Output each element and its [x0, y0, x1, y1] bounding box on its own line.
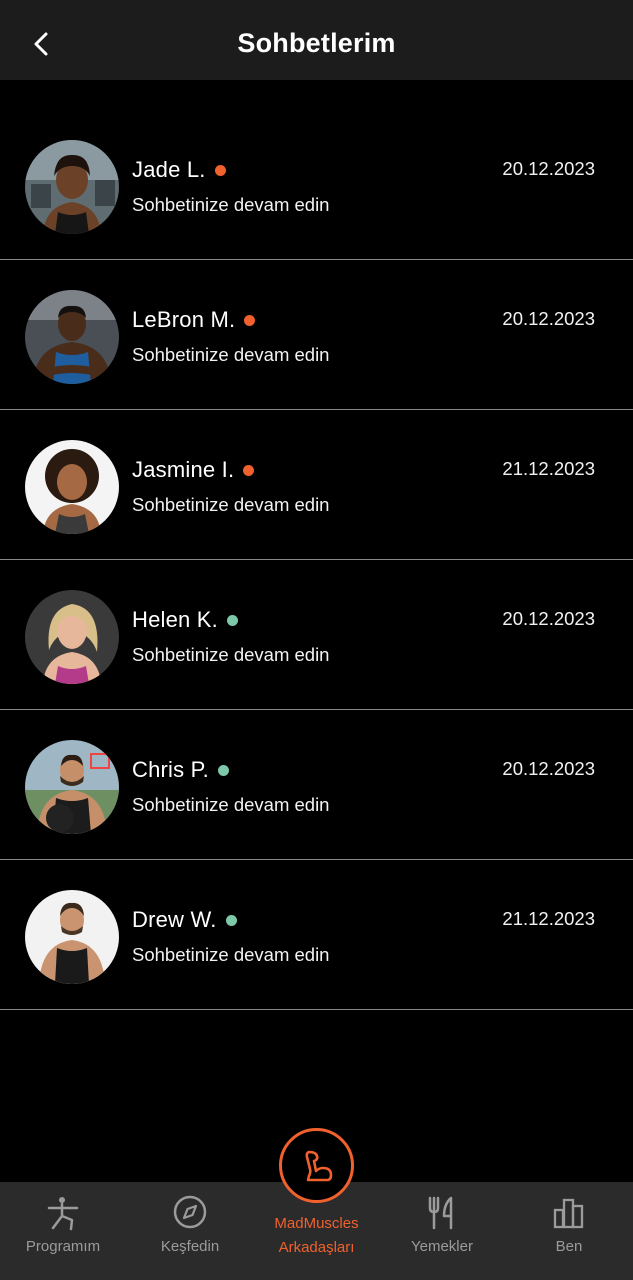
- chat-row-jasmine[interactable]: Jasmine I. Sohbetinize devam edin 21.12.…: [0, 410, 633, 560]
- status-dot: [243, 465, 255, 476]
- nav-ben[interactable]: Ben: [506, 1182, 632, 1280]
- status-dot: [225, 915, 237, 926]
- contact-name: Jasmine I.: [132, 457, 235, 482]
- chat-preview: Sohbetinize devam edin: [132, 944, 330, 965]
- madmuscles-friends-button[interactable]: [279, 1128, 354, 1203]
- nav-label: Programım: [25, 1238, 101, 1255]
- avatar: [25, 290, 119, 384]
- chat-preview: Sohbetinize devam edin: [132, 794, 330, 815]
- nav-label: Ben: [555, 1238, 583, 1255]
- chat-date: 20.12.2023: [502, 608, 595, 629]
- status-dot: [214, 165, 226, 176]
- nav-kesfedin[interactable]: Keşfedin: [127, 1182, 253, 1280]
- chat-row-helen[interactable]: Helen K. Sohbetinize devam edin 20.12.20…: [0, 560, 633, 710]
- contact-name: Helen K.: [132, 607, 218, 632]
- avatar: [25, 740, 119, 834]
- chat-preview: Sohbetinize devam edin: [132, 644, 330, 665]
- chat-preview: Sohbetinize devam edin: [132, 344, 330, 365]
- contact-name: Drew W.: [132, 907, 217, 932]
- page-title: Sohbetlerim: [237, 28, 396, 58]
- chat-row-lebron[interactable]: LeBron M. Sohbetinize devam edin 20.12.2…: [0, 260, 633, 410]
- chat-row-drew[interactable]: Drew W. Sohbetinize devam edin 21.12.202…: [0, 860, 633, 1010]
- nav-label: Keşfedin: [160, 1238, 220, 1255]
- chat-date: 21.12.2023: [502, 908, 595, 929]
- status-dot: [244, 315, 256, 326]
- app-header: Sohbetlerim: [0, 0, 633, 80]
- compass-icon: [173, 1195, 207, 1229]
- chat-list: Jade L. Sohbetinize devam edin 20.12.202…: [0, 110, 633, 1010]
- chat-row-jade[interactable]: Jade L. Sohbetinize devam edin 20.12.202…: [0, 110, 633, 260]
- avatar: [25, 590, 119, 684]
- nav-programim[interactable]: Programım: [0, 1182, 126, 1280]
- chat-row-chris[interactable]: Chris P. Sohbetinize devam edin 20.12.20…: [0, 710, 633, 860]
- avatar: [25, 440, 119, 534]
- chat-preview: Sohbetinize devam edin: [132, 194, 330, 215]
- nav-label: Yemekler: [411, 1238, 473, 1255]
- madmuscles-friends-label: MadMuscles Arkadaşları: [274, 1215, 359, 1256]
- flexed-arm-icon: [304, 1150, 332, 1181]
- contact-name: Chris P.: [132, 757, 209, 782]
- status-dot: [226, 615, 238, 626]
- chat-date: 20.12.2023: [502, 308, 595, 329]
- status-dot: [218, 765, 229, 776]
- figure-icon: [47, 1197, 79, 1231]
- chat-date: 21.12.2023: [502, 458, 595, 479]
- fork-knife-icon: [428, 1196, 453, 1230]
- chat-date: 20.12.2023: [502, 158, 595, 179]
- avatar: [25, 140, 119, 234]
- contact-name: LeBron M.: [132, 307, 236, 332]
- avatar: [25, 890, 119, 984]
- nav-yemekler[interactable]: Yemekler: [379, 1182, 505, 1280]
- bar-chart-icon: [553, 1198, 584, 1229]
- chat-date: 20.12.2023: [502, 758, 595, 779]
- chat-preview: Sohbetinize devam edin: [132, 494, 330, 515]
- contact-name: Jade L.: [132, 157, 206, 182]
